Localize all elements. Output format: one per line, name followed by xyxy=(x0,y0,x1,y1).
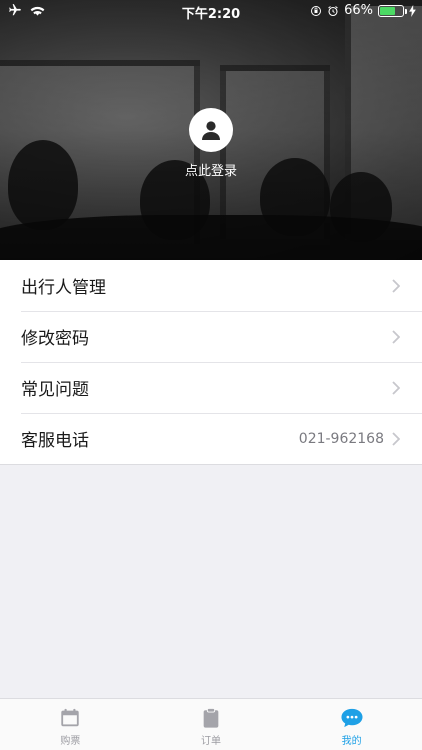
charging-icon xyxy=(409,4,416,17)
chevron-right-icon xyxy=(392,329,400,344)
tab-label: 我的 xyxy=(341,736,362,747)
login-link[interactable]: 点此登录 xyxy=(0,160,422,179)
avatar[interactable] xyxy=(189,108,233,152)
tab-orders[interactable]: 订单 xyxy=(141,699,282,750)
settings-menu: 出行人管理 修改密码 常见问题 客服电话 021-962168 xyxy=(0,260,422,465)
app-screen: 下午2:20 66% 点此登录 出行人管理 修改密码 常见问题 客服电话 021… xyxy=(0,0,422,750)
status-bar: 下午2:20 66% xyxy=(0,0,422,22)
customer-service-phone: 021-962168 xyxy=(298,430,384,447)
menu-item-faq[interactable]: 常见问题 xyxy=(0,362,422,413)
user-silhouette-icon xyxy=(202,121,220,140)
menu-item-change-password[interactable]: 修改密码 xyxy=(0,311,422,362)
tab-label: 订单 xyxy=(201,736,221,747)
clipboard-icon xyxy=(203,707,219,728)
tab-my-account[interactable]: 我的 xyxy=(281,699,422,750)
menu-item-traveler-management[interactable]: 出行人管理 xyxy=(0,260,422,311)
menu-item-label: 出行人管理 xyxy=(21,278,106,298)
alarm-icon xyxy=(328,5,338,16)
menu-item-customer-service[interactable]: 客服电话 021-962168 xyxy=(0,413,422,464)
calendar-icon xyxy=(61,708,80,727)
tab-buy-tickets[interactable]: 购票 xyxy=(0,699,141,750)
tab-bar: 购票 订单 我的 xyxy=(0,698,422,750)
orientation-lock-icon xyxy=(311,5,322,16)
menu-item-label: 常见问题 xyxy=(21,380,89,400)
menu-item-label: 修改密码 xyxy=(21,329,89,349)
profile-header: 下午2:20 66% 点此登录 xyxy=(0,0,422,260)
chevron-right-icon xyxy=(392,431,400,446)
battery-icon xyxy=(378,4,407,17)
chevron-right-icon xyxy=(392,380,400,395)
tab-label: 购票 xyxy=(60,736,81,747)
menu-item-label: 客服电话 xyxy=(21,431,89,451)
battery-percent: 66% xyxy=(344,3,373,18)
chat-bubble-icon xyxy=(341,708,363,728)
chevron-right-icon xyxy=(392,278,400,293)
